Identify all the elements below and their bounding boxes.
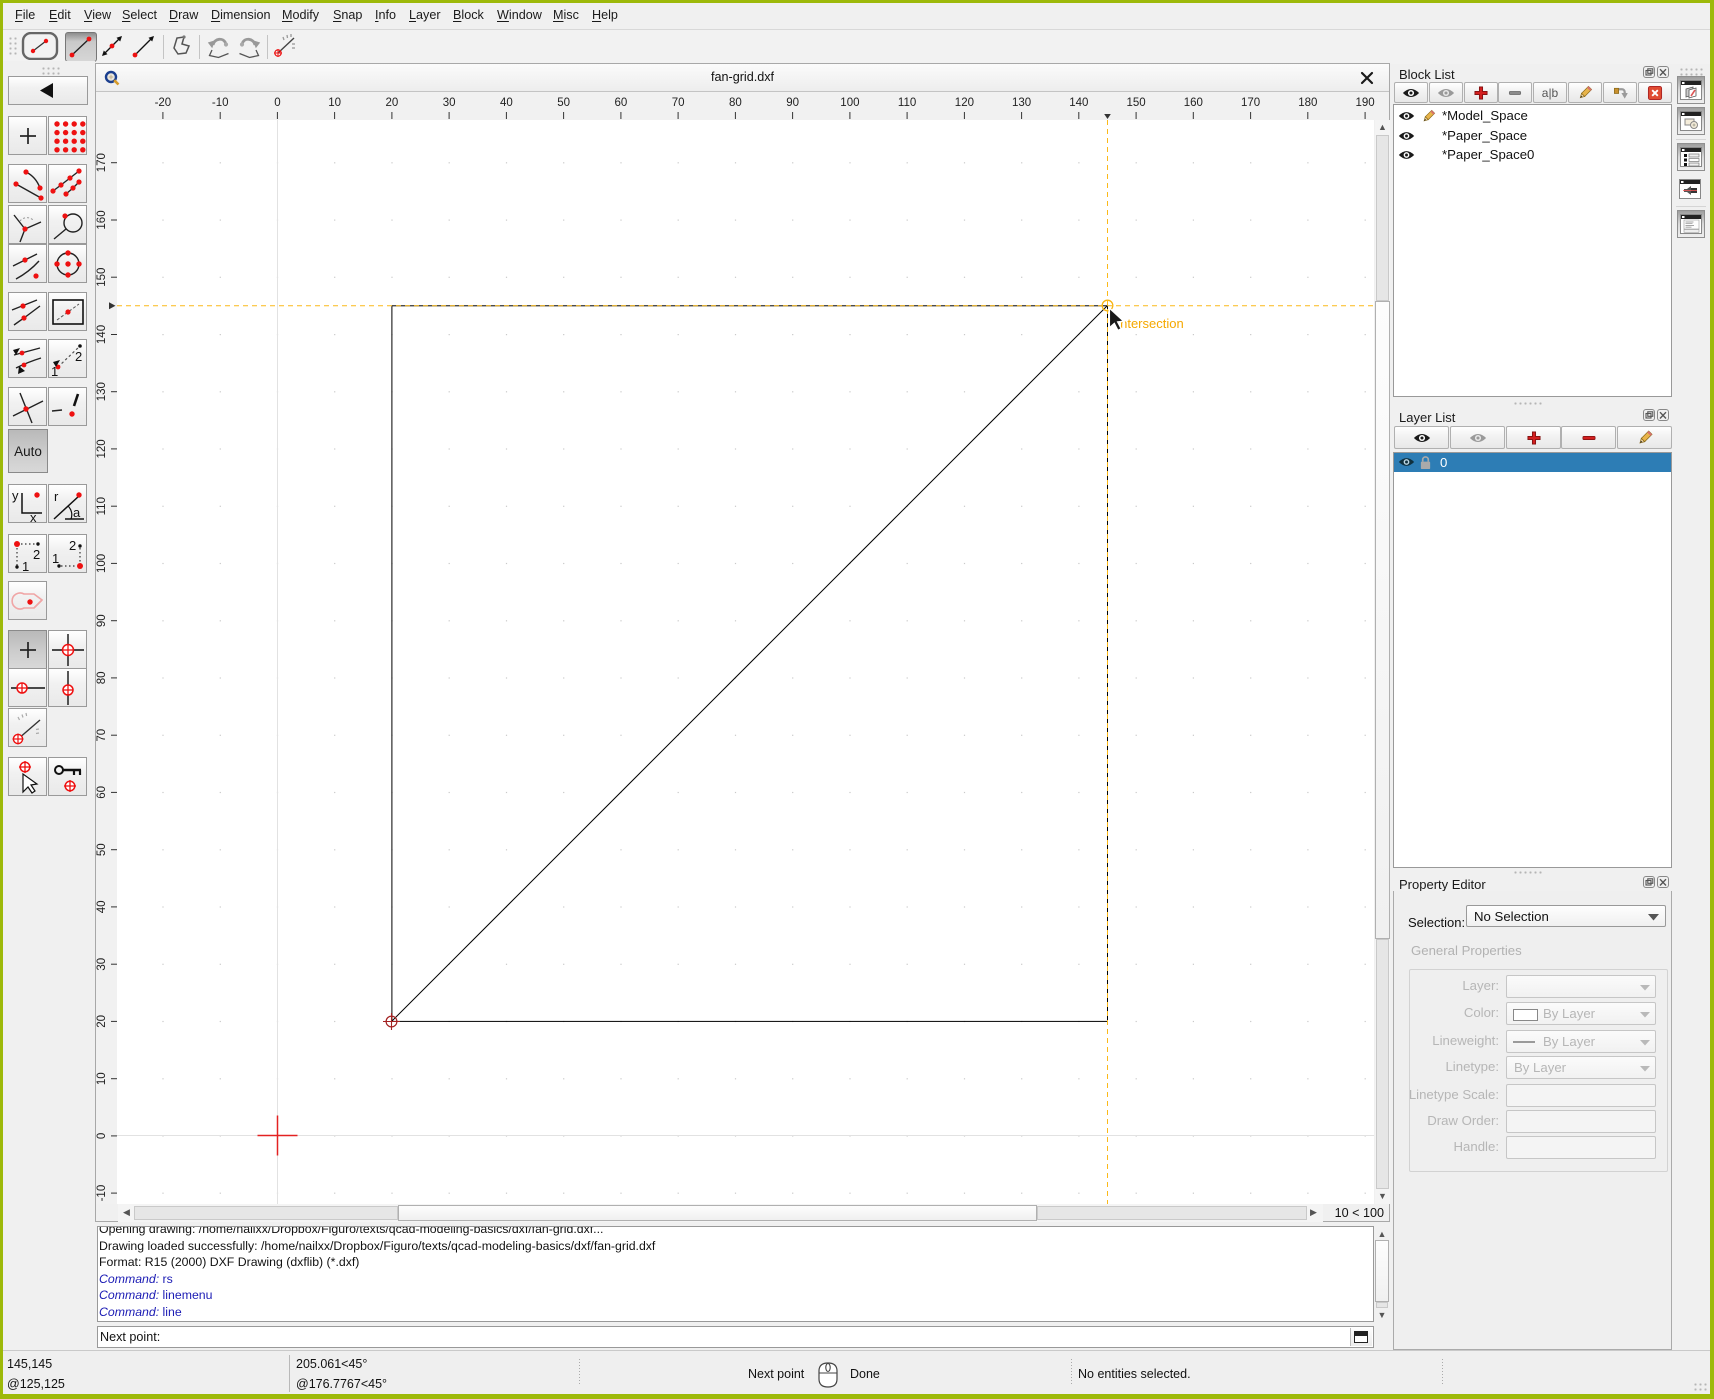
svg-text:140: 140 [96, 325, 108, 344]
svg-text:100: 100 [96, 554, 108, 573]
svg-text:70: 70 [96, 729, 108, 742]
svg-text:130: 130 [96, 382, 108, 401]
svg-text:x: x [30, 510, 37, 522]
svg-text:160: 160 [96, 210, 108, 229]
svg-text:a: a [73, 505, 81, 520]
svg-text:110: 110 [96, 497, 108, 515]
svg-text:170: 170 [1241, 97, 1260, 109]
svg-text:180: 180 [1298, 97, 1317, 109]
svg-text:60: 60 [96, 786, 108, 799]
svg-text:0: 0 [96, 1133, 108, 1139]
svg-text:50: 50 [557, 97, 570, 109]
svg-text:20: 20 [96, 1015, 108, 1028]
svg-text:y: y [12, 488, 19, 503]
svg-text:-10: -10 [96, 1185, 108, 1202]
svg-text:-10: -10 [212, 97, 229, 109]
svg-text:110: 110 [898, 97, 916, 109]
svg-text:150: 150 [1127, 97, 1146, 109]
svg-text:2: 2 [69, 538, 76, 553]
svg-text:170: 170 [96, 153, 108, 172]
svg-text:90: 90 [786, 97, 799, 109]
svg-text:30: 30 [96, 958, 108, 971]
svg-text:1: 1 [52, 551, 59, 566]
svg-text:30: 30 [443, 97, 456, 109]
svg-text:10: 10 [96, 1072, 108, 1085]
svg-text:90: 90 [96, 614, 108, 627]
svg-text:2: 2 [33, 547, 40, 562]
svg-text:50: 50 [96, 843, 108, 856]
svg-text:150: 150 [96, 268, 108, 287]
svg-text:40: 40 [96, 901, 108, 914]
svg-text:-20: -20 [155, 97, 172, 109]
svg-text:1: 1 [22, 559, 29, 572]
svg-text:0: 0 [274, 97, 280, 109]
svg-text:r: r [54, 489, 59, 504]
svg-text:60: 60 [615, 97, 628, 109]
svg-text:190: 190 [1356, 97, 1375, 109]
svg-text:120: 120 [96, 439, 108, 458]
svg-text:140: 140 [1069, 97, 1088, 109]
svg-text:70: 70 [672, 97, 685, 109]
svg-text:80: 80 [96, 672, 108, 685]
svg-text:160: 160 [1184, 97, 1203, 109]
svg-text:2: 2 [75, 349, 82, 364]
svg-text:40: 40 [500, 97, 513, 109]
svg-text:Intersection: Intersection [1117, 316, 1184, 331]
svg-text:130: 130 [1012, 97, 1031, 109]
svg-text:100: 100 [840, 97, 859, 109]
svg-text:10: 10 [328, 97, 341, 109]
svg-text:80: 80 [729, 97, 742, 109]
svg-text:120: 120 [955, 97, 974, 109]
svg-text:20: 20 [386, 97, 399, 109]
